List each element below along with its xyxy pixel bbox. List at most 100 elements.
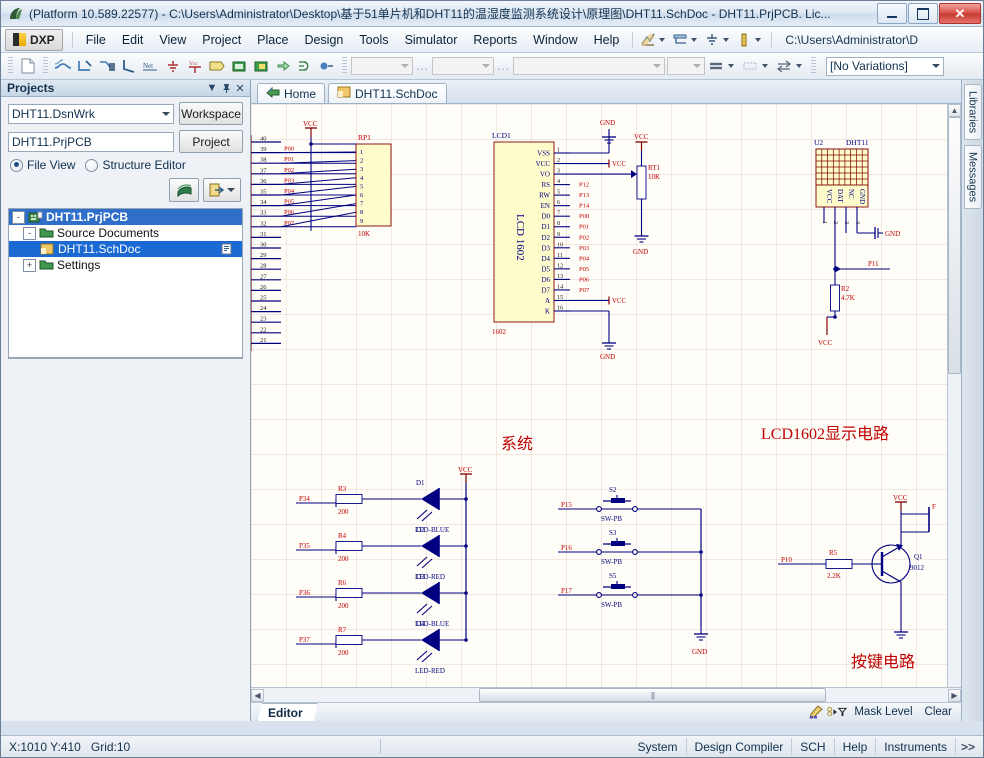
sheet-entry-icon[interactable] — [250, 56, 272, 77]
variations-combo[interactable]: [No Variations] — [826, 56, 945, 76]
signal-harness-icon[interactable] — [316, 56, 338, 77]
ground-icon[interactable] — [702, 31, 722, 49]
tree-node-schdoc[interactable]: DHT11.SchDoc — [9, 241, 242, 257]
svg-text:P12: P12 — [579, 182, 589, 189]
radio-file-view[interactable]: File View — [10, 158, 75, 172]
project-button[interactable]: Project — [179, 130, 243, 153]
horizontal-scrollbar[interactable]: ◀ ||| ▶ — [251, 687, 961, 702]
net-wire-icon[interactable] — [118, 56, 140, 77]
toolbar-grip-3[interactable] — [342, 57, 347, 75]
menu-item-simulator[interactable]: Simulator — [397, 31, 466, 49]
menu-item-help[interactable]: Help — [586, 31, 628, 49]
tab-home[interactable]: Home — [257, 83, 326, 103]
line-width-dropdown-icon[interactable] — [728, 64, 735, 68]
wire-icon[interactable] — [52, 56, 74, 77]
line-style-dropdown-icon[interactable] — [762, 64, 769, 68]
status-button-sch[interactable]: SCH — [791, 738, 833, 755]
vcc-port-icon[interactable]: Vcc — [184, 56, 206, 77]
scroll-left-arrow[interactable]: ◀ — [251, 688, 264, 702]
line-width-icon[interactable] — [705, 56, 727, 77]
bus-dropdown-icon[interactable] — [691, 37, 698, 42]
status-button-instruments[interactable]: Instruments — [875, 738, 955, 755]
schematic-canvas-wrapper[interactable]: 40 39 38 37 36 35 34 33 32 31 30 29 28 27 26 25 24 23 22 21… — [251, 104, 961, 687]
chart-dropdown-icon[interactable] — [659, 37, 666, 42]
expand-icon[interactable]: + — [23, 258, 36, 272]
toolbar-grip-4[interactable] — [811, 57, 817, 75]
radio-structure-editor[interactable]: Structure Editor — [85, 158, 186, 172]
mask-level-button[interactable]: Mask Level — [849, 704, 917, 720]
toolbar-combo-2[interactable] — [432, 57, 495, 75]
vertical-scroll-thumb[interactable] — [948, 117, 961, 374]
project-field[interactable]: DHT11.PrjPCB — [8, 131, 174, 152]
maximize-button[interactable] — [908, 3, 938, 24]
device-sheet-icon[interactable] — [272, 56, 294, 77]
chart-ruler-icon[interactable] — [638, 31, 658, 49]
menu-item-window[interactable]: Window — [525, 31, 585, 49]
swap-dropdown-icon[interactable] — [796, 64, 803, 68]
menu-item-edit[interactable]: Edit — [114, 31, 152, 49]
chevron-down-icon[interactable]: ▼ — [205, 81, 219, 95]
bus-entry-icon[interactable] — [74, 56, 96, 77]
dock-tab-libraries[interactable]: Libraries — [963, 84, 982, 141]
schematic-canvas[interactable]: 40 39 38 37 36 35 34 33 32 31 30 29 28 27 26 25 24 23 22 21… — [251, 104, 961, 687]
vertical-scrollbar[interactable]: ▲ — [947, 104, 961, 687]
workspace-combo[interactable]: DHT11.DsnWrk — [8, 103, 174, 124]
main-area: Projects ▼ ✕ DHT11.DsnWrk Workspace DHT1… — [1, 80, 983, 721]
harness-icon[interactable] — [294, 56, 316, 77]
editor-tab[interactable]: Editor — [257, 703, 318, 721]
highlight-pen-icon[interactable] — [805, 703, 825, 721]
net-label-icon[interactable]: Net — [140, 56, 162, 77]
toolbar-combo-4[interactable] — [667, 57, 706, 75]
port-icon[interactable] — [206, 56, 228, 77]
status-button-system[interactable]: System — [630, 738, 686, 755]
clear-button[interactable]: Clear — [920, 704, 957, 720]
scroll-right-arrow[interactable]: ▶ — [948, 688, 961, 702]
tab-dht11-schdoc[interactable]: DHT11.SchDoc — [328, 83, 447, 103]
scroll-up-arrow[interactable]: ▲ — [948, 104, 961, 117]
sheet-symbol-icon[interactable] — [228, 56, 250, 77]
combo-1-ellipsis[interactable]: ... — [413, 59, 432, 73]
status-button-more[interactable]: >> — [954, 738, 980, 755]
toolbar-combo-3[interactable] — [513, 57, 666, 75]
collapse-icon[interactable]: - — [12, 210, 25, 224]
close-button[interactable]: ✕ — [939, 3, 981, 24]
combo-2-ellipsis[interactable]: ... — [494, 59, 513, 73]
menu-item-place[interactable]: Place — [249, 31, 296, 49]
new-document-icon[interactable] — [17, 56, 39, 77]
options-button[interactable] — [203, 178, 241, 202]
toolbar-combo-1[interactable] — [351, 57, 413, 75]
menu-item-tools[interactable]: Tools — [351, 31, 396, 49]
bus-lines-icon[interactable] — [96, 56, 118, 77]
status-button-design-compiler[interactable]: Design Compiler — [685, 738, 792, 755]
horizontal-scroll-thumb[interactable]: ||| — [479, 688, 826, 702]
menu-item-file[interactable]: File — [78, 31, 114, 49]
toolbar-grip-2[interactable] — [43, 57, 48, 75]
pin-icon[interactable] — [219, 81, 233, 95]
component-icon[interactable] — [734, 31, 754, 49]
menu-item-reports[interactable]: Reports — [465, 31, 525, 49]
tree-node-schdoc-label: DHT11.SchDoc — [58, 242, 141, 256]
component-dropdown-icon[interactable] — [755, 37, 762, 42]
dock-tab-messages[interactable]: Messages — [963, 145, 982, 210]
ground-dropdown-icon[interactable] — [723, 37, 730, 42]
line-style-icon[interactable] — [739, 56, 761, 77]
svg-text:29: 29 — [260, 252, 267, 259]
bus-icon[interactable] — [670, 31, 690, 49]
swap-icon[interactable] — [773, 56, 795, 77]
menu-item-project[interactable]: Project — [194, 31, 249, 49]
close-icon[interactable]: ✕ — [233, 81, 247, 95]
compile-button[interactable] — [169, 178, 199, 202]
collapse-icon[interactable]: - — [23, 226, 36, 240]
minimize-button[interactable] — [877, 3, 907, 24]
tree-node-source-documents[interactable]: - Source Documents — [9, 225, 242, 241]
dxp-menu-button[interactable]: DXP — [5, 28, 63, 51]
menu-item-design[interactable]: Design — [296, 31, 351, 49]
tree-node-settings[interactable]: + Settings — [9, 257, 242, 273]
toolbar-grip-1[interactable] — [8, 57, 13, 75]
status-button-help[interactable]: Help — [833, 738, 876, 755]
tree-node-project[interactable]: - DHT11.PrjPCB — [9, 209, 242, 225]
mask-filter-icon[interactable] — [827, 703, 848, 721]
workspace-button[interactable]: Workspace — [179, 102, 243, 125]
menu-item-view[interactable]: View — [151, 31, 194, 49]
gnd-port-icon[interactable] — [162, 56, 184, 77]
